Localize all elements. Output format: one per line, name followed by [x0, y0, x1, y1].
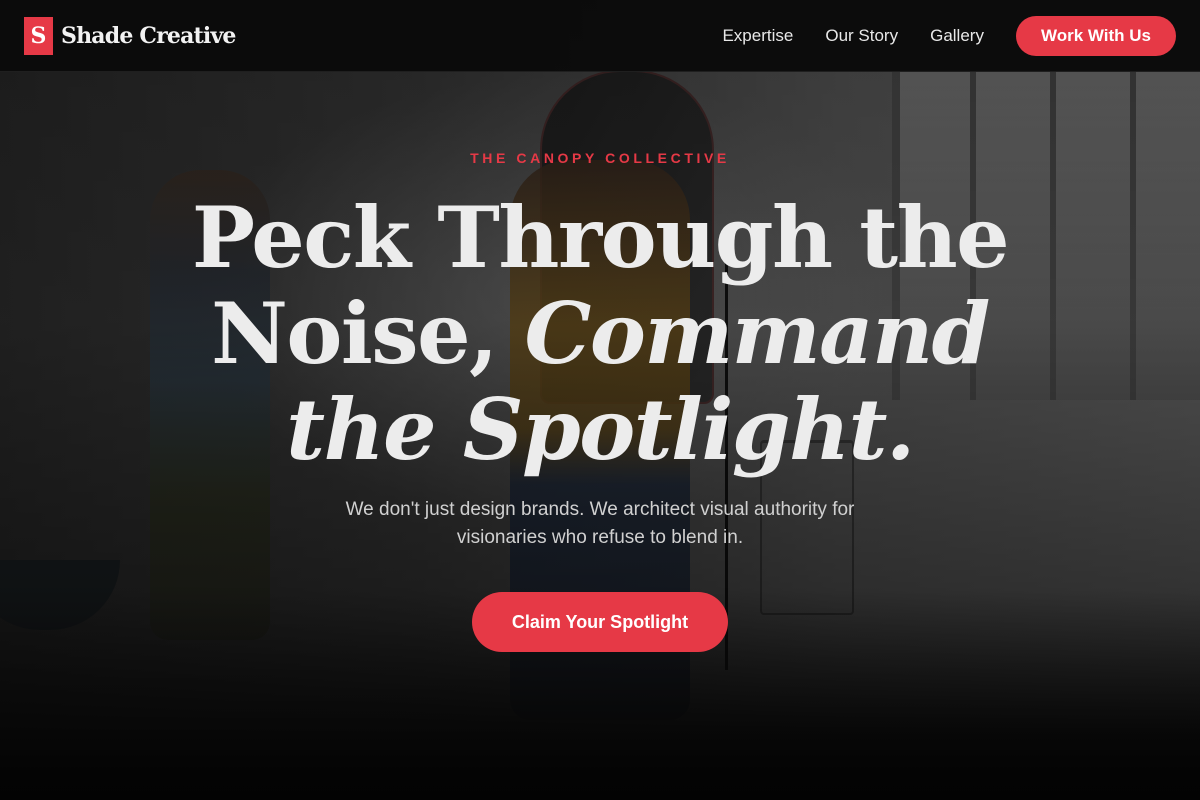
work-with-us-button[interactable]: Work With Us [1015, 15, 1176, 56]
hero-section: THE CANOPY COLLECTIVE Peck Through the N… [0, 72, 1200, 800]
hero-eyebrow: THE CANOPY COLLECTIVE [470, 150, 730, 166]
hero-headline: Peck Through the Noise, Command the Spot… [150, 190, 1050, 478]
hero-subtext: We don't just design brands. We architec… [345, 499, 855, 548]
nav-link-gallery[interactable]: Gallery [930, 26, 984, 46]
nav-link-our-story[interactable]: Our Story [825, 26, 898, 46]
brand-logo[interactable]: S Shade Creative [24, 16, 236, 55]
top-navbar: S Shade Creative Expertise Our Story Gal… [0, 0, 1200, 72]
nav-link-expertise[interactable]: Expertise [722, 26, 793, 46]
brand-name: Shade Creative [61, 22, 236, 49]
logo-mark: S [24, 16, 53, 55]
nav-links: Expertise Our Story Gallery Work With Us [690, 15, 1176, 56]
claim-spotlight-button[interactable]: Claim Your Spotlight [472, 592, 728, 652]
